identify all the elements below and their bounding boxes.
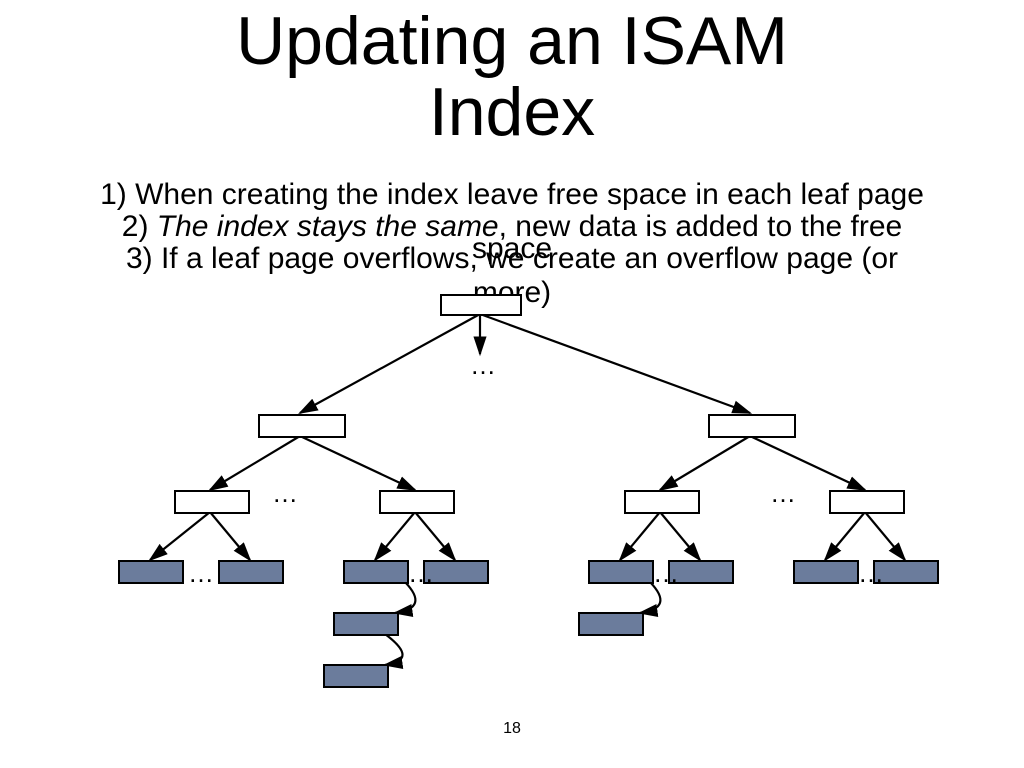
ellipsis-leaves-3: …	[653, 558, 679, 589]
overflow-node-2	[323, 664, 389, 688]
leaf-node-8	[873, 560, 939, 584]
ellipsis-leaves-2: …	[408, 558, 434, 589]
index-node-l2-1	[174, 490, 250, 514]
index-node-l2-2	[379, 490, 455, 514]
overflow-node-3	[578, 612, 644, 636]
index-node-l2-3	[624, 490, 700, 514]
bullet-1: 1) When creating the index leave free sp…	[0, 180, 1024, 210]
slide-number: 18	[0, 720, 1024, 738]
ellipsis-level1: …	[470, 350, 496, 381]
ellipsis-leaves-1: …	[188, 558, 214, 589]
ellipsis-level2-left: …	[272, 478, 298, 509]
ellipsis-leaves-4: …	[858, 558, 884, 589]
overflow-node-1	[333, 612, 399, 636]
bullet-3-continuation: more)	[0, 276, 1024, 310]
bullet-2-continuation: space	[0, 232, 1024, 266]
index-node-l1-left	[258, 414, 346, 438]
leaf-node-2	[218, 560, 284, 584]
ellipsis-level2-right: …	[770, 478, 796, 509]
index-node-l1-right	[708, 414, 796, 438]
leaf-node-7	[793, 560, 859, 584]
leaf-node-3	[343, 560, 409, 584]
leaf-node-5	[588, 560, 654, 584]
leaf-node-6	[668, 560, 734, 584]
slide-title: Updating an ISAM Index	[0, 6, 1024, 149]
index-node-l2-4	[829, 490, 905, 514]
leaf-node-4	[423, 560, 489, 584]
leaf-node-1	[118, 560, 184, 584]
